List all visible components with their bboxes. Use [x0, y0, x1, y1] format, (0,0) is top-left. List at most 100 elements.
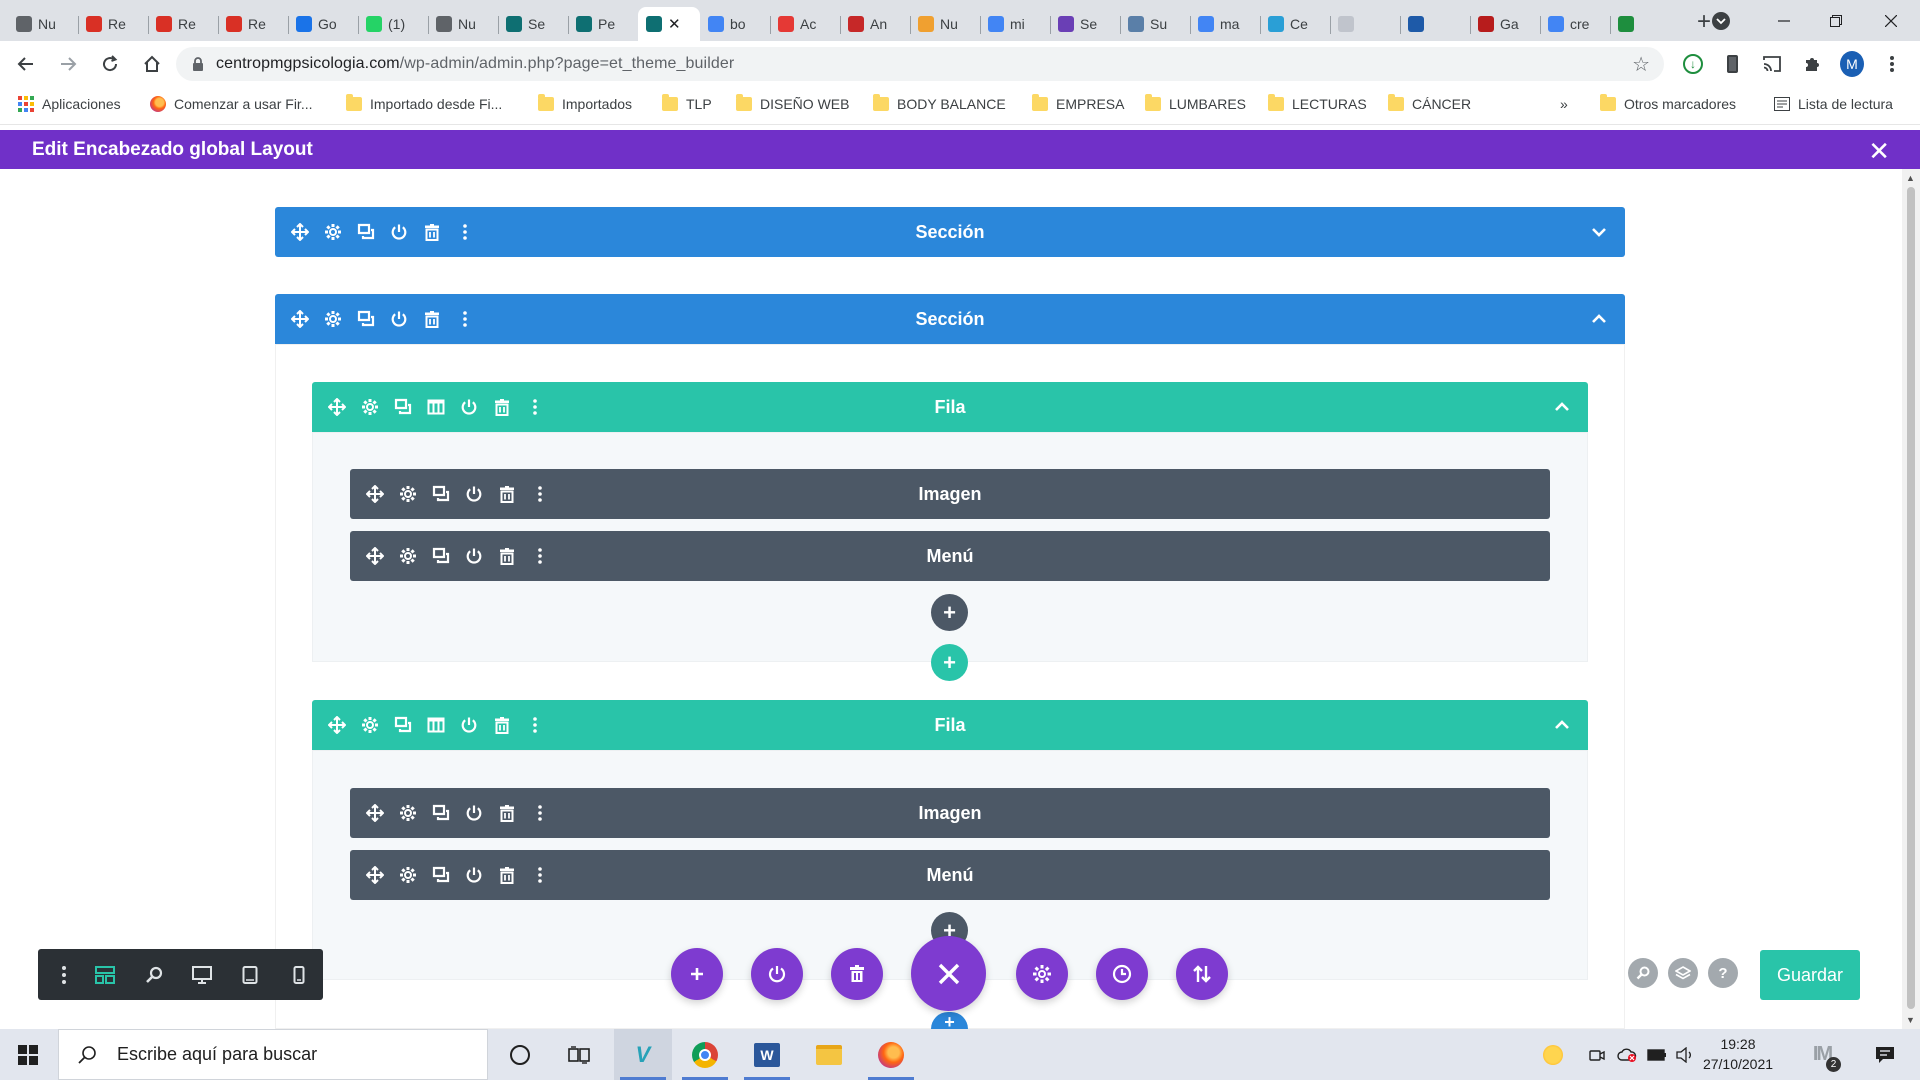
browser-tab[interactable]: Ac: [770, 7, 840, 41]
start-button[interactable]: [0, 1029, 56, 1080]
tablet-view-button[interactable]: [226, 949, 274, 1000]
browser-tab[interactable]: Nu: [428, 7, 498, 41]
wireframe-view-button[interactable]: [81, 949, 129, 1000]
row-bar-1[interactable]: Fila: [312, 382, 1588, 432]
reload-button[interactable]: [93, 47, 127, 81]
gear-icon[interactable]: [324, 223, 342, 241]
address-bar[interactable]: centropmgpsicologia.com/wp-admin/admin.p…: [176, 47, 1664, 81]
restore-button[interactable]: [1810, 0, 1862, 41]
power-icon[interactable]: [390, 310, 408, 328]
duplicate-icon[interactable]: [357, 310, 375, 328]
power-icon[interactable]: [460, 398, 478, 416]
power-icon[interactable]: [460, 716, 478, 734]
move-icon[interactable]: [366, 866, 384, 884]
portability-fab[interactable]: [1176, 948, 1228, 1000]
more-vertical-icon[interactable]: [456, 223, 474, 241]
browser-tab[interactable]: Su: [1120, 7, 1190, 41]
chevron-up-icon[interactable]: [1552, 397, 1572, 417]
onedrive-tray-icon[interactable]: [1614, 1029, 1640, 1080]
browser-tab[interactable]: Re: [148, 7, 218, 41]
more-vertical-icon[interactable]: [526, 716, 544, 734]
bookmark-folder[interactable]: CÁNCER: [1388, 94, 1471, 112]
scrollbar-thumb[interactable]: [1907, 187, 1915, 1009]
more-vertical-icon[interactable]: [531, 485, 549, 503]
chevron-up-icon[interactable]: [1589, 309, 1609, 329]
trash-icon[interactable]: [498, 804, 516, 822]
disable-global-button[interactable]: [751, 948, 803, 1000]
section-bar-2[interactable]: Sección: [275, 294, 1625, 344]
settings-menu-button[interactable]: [48, 949, 81, 1000]
bookmark-folder[interactable]: EMPRESA: [1032, 94, 1124, 112]
minimize-button[interactable]: [1758, 0, 1810, 41]
tab-close-icon[interactable]: ✕: [668, 15, 681, 33]
delete-global-button[interactable]: [831, 948, 883, 1000]
section-bar-1[interactable]: Sección: [275, 207, 1625, 257]
scroll-up-icon[interactable]: ▲: [1906, 173, 1915, 183]
gear-icon[interactable]: [399, 547, 417, 565]
browser-tab[interactable]: [1400, 7, 1470, 41]
taskbar-app-im[interactable]: IM 2: [1800, 1029, 1844, 1080]
browser-tab[interactable]: Ga: [1470, 7, 1540, 41]
extensions-puzzle-icon[interactable]: [1800, 52, 1824, 76]
system-clock[interactable]: 19:28 27/10/2021: [1700, 1034, 1776, 1074]
scroll-down-icon[interactable]: ▼: [1906, 1015, 1915, 1025]
profile-avatar[interactable]: M: [1840, 51, 1864, 77]
browser-tab[interactable]: [1330, 7, 1400, 41]
trash-icon[interactable]: [423, 223, 441, 241]
browser-tab[interactable]: Go: [288, 7, 358, 41]
browser-tab[interactable]: Se: [498, 7, 568, 41]
browser-tab[interactable]: Re: [218, 7, 288, 41]
duplicate-icon[interactable]: [432, 804, 450, 822]
gear-icon[interactable]: [324, 310, 342, 328]
trash-icon[interactable]: [498, 547, 516, 565]
taskbar-search-input[interactable]: Escribe aquí para buscar: [58, 1029, 488, 1080]
browser-tab[interactable]: Nu: [910, 7, 980, 41]
module-bar-image-1[interactable]: Imagen: [350, 469, 1550, 519]
power-icon[interactable]: [465, 866, 483, 884]
power-icon[interactable]: [465, 547, 483, 565]
close-builder-button[interactable]: ✕: [1868, 136, 1890, 167]
browser-tab[interactable]: bo: [700, 7, 770, 41]
browser-tab[interactable]: An: [840, 7, 910, 41]
bookmark-folder[interactable]: LUMBARES: [1145, 94, 1246, 112]
add-module-button[interactable]: +: [931, 594, 968, 631]
trash-icon[interactable]: [493, 716, 511, 734]
move-icon[interactable]: [366, 547, 384, 565]
chevron-down-icon[interactable]: [1589, 222, 1609, 242]
more-vertical-icon[interactable]: [531, 804, 549, 822]
browser-tab[interactable]: Pe: [568, 7, 638, 41]
cast-icon[interactable]: [1760, 52, 1784, 76]
extension-phone-icon[interactable]: [1720, 52, 1744, 76]
more-vertical-icon[interactable]: [531, 547, 549, 565]
taskbar-app-explorer[interactable]: [800, 1029, 858, 1080]
duplicate-icon[interactable]: [357, 223, 375, 241]
gear-icon[interactable]: [361, 398, 379, 416]
duplicate-icon[interactable]: [432, 866, 450, 884]
taskbar-app-vectorworks[interactable]: V: [614, 1029, 672, 1080]
desktop-view-button[interactable]: [178, 949, 226, 1000]
page-settings-fab[interactable]: [1016, 948, 1068, 1000]
more-vertical-icon[interactable]: [526, 398, 544, 416]
add-row-button[interactable]: +: [931, 644, 968, 681]
browser-tab[interactable]: mi: [980, 7, 1050, 41]
layers-button[interactable]: [1668, 958, 1698, 988]
move-icon[interactable]: [366, 804, 384, 822]
duplicate-icon[interactable]: [394, 398, 412, 416]
tab-search-button[interactable]: [1706, 0, 1736, 41]
taskbar-app-word[interactable]: W: [738, 1029, 796, 1080]
browser-tab[interactable]: Nu: [8, 7, 78, 41]
browser-tab[interactable]: ma: [1190, 7, 1260, 41]
extension-download-icon[interactable]: ↓: [1681, 52, 1705, 76]
bookmark-folder[interactable]: Importados: [538, 94, 632, 112]
move-icon[interactable]: [328, 716, 346, 734]
row-bar-2[interactable]: Fila: [312, 700, 1588, 750]
taskbar-app-firefox[interactable]: [862, 1029, 920, 1080]
trash-icon[interactable]: [423, 310, 441, 328]
power-icon[interactable]: [465, 485, 483, 503]
save-button[interactable]: Guardar: [1760, 950, 1860, 1000]
task-view-button[interactable]: [550, 1029, 608, 1080]
browser-tab[interactable]: [1610, 7, 1680, 41]
browser-tab[interactable]: (1): [358, 7, 428, 41]
bookmark-folder[interactable]: DISEÑO WEB: [736, 94, 849, 112]
other-bookmarks[interactable]: Otros marcadores: [1600, 94, 1736, 112]
